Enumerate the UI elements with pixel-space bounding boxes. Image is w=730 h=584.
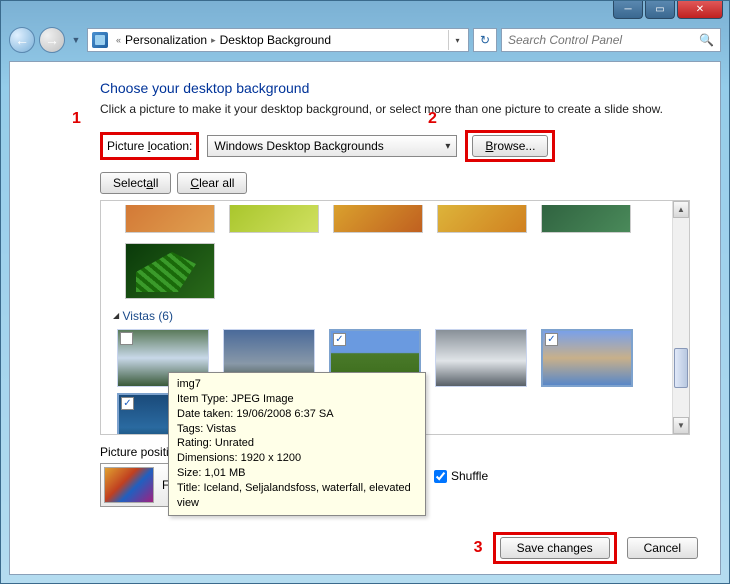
scroll-track[interactable] <box>673 218 689 417</box>
chevron-left-icon: « <box>116 35 121 45</box>
refresh-icon: ↻ <box>480 33 490 47</box>
shuffle-checkbox[interactable] <box>434 470 447 483</box>
annotation-box-3: Save changes <box>493 532 617 564</box>
tooltip-line: Dimensions: 1920 x 1200 <box>177 451 417 466</box>
position-preview-icon <box>104 467 154 503</box>
refresh-button[interactable]: ↻ <box>473 28 497 52</box>
tooltip-line: Rating: Unrated <box>177 436 417 451</box>
wallpaper-thumb[interactable] <box>229 205 319 233</box>
group-header-vistas[interactable]: Vistas (6) <box>113 309 663 323</box>
select-all-button[interactable]: Select all <box>100 172 171 194</box>
close-button[interactable]: ✕ <box>677 1 723 19</box>
history-dropdown[interactable]: ▼ <box>69 30 83 50</box>
shuffle-text: Shuffle <box>451 469 488 483</box>
checkbox[interactable]: ✓ <box>545 333 558 346</box>
tooltip-line: Size: 1,01 MB <box>177 466 417 481</box>
location-row: Picture location: Windows Desktop Backgr… <box>100 130 690 162</box>
forward-button[interactable]: → <box>39 27 65 53</box>
page-title: Choose your desktop background <box>100 80 690 96</box>
annotation-box-1: Picture location: <box>100 132 199 160</box>
selection-row: Select all Clear all <box>100 172 690 194</box>
location-value: Windows Desktop Backgrounds <box>214 139 383 153</box>
search-input[interactable] <box>508 33 699 47</box>
scroll-up-button[interactable]: ▲ <box>673 201 689 218</box>
minimize-button[interactable]: ─ <box>613 1 643 19</box>
annotation-box-2: Browse... <box>465 130 555 162</box>
checkbox[interactable] <box>120 332 133 345</box>
search-icon: 🔍 <box>699 33 714 47</box>
cancel-button[interactable]: Cancel <box>627 537 698 559</box>
location-label: Picture location: <box>107 139 192 153</box>
wallpaper-thumb[interactable] <box>333 205 423 233</box>
annotation-3: 3 <box>474 539 483 557</box>
window-frame: ─ ▭ ✕ ← → ▼ « Personalization ▸ Desktop … <box>0 0 730 584</box>
chevron-right-icon: ▸ <box>211 35 216 46</box>
scroll-down-button[interactable]: ▼ <box>673 417 689 434</box>
wallpaper-thumb[interactable] <box>541 205 631 233</box>
tooltip-line: Title: Iceland, Seljalandsfoss, waterfal… <box>177 481 417 511</box>
page-subtitle: Click a picture to make it your desktop … <box>100 102 690 116</box>
search-box[interactable]: 🔍 <box>501 28 721 52</box>
annotation-2: 2 <box>428 110 437 128</box>
back-button[interactable]: ← <box>9 27 35 53</box>
footer-buttons: 3 Save changes Cancel <box>474 532 698 564</box>
wallpaper-thumb[interactable] <box>125 205 215 233</box>
breadcrumb-level2[interactable]: Desktop Background <box>220 33 331 47</box>
tooltip-line: Tags: Vistas <box>177 422 417 437</box>
breadcrumb-dropdown[interactable]: ▾ <box>448 30 466 50</box>
breadcrumb-bar[interactable]: « Personalization ▸ Desktop Background ▾ <box>87 28 469 52</box>
title-bar: ─ ▭ ✕ <box>1 1 729 23</box>
shuffle-checkbox-label[interactable]: Shuffle <box>434 469 488 483</box>
checkbox[interactable]: ✓ <box>121 397 134 410</box>
arrow-right-icon: → <box>45 32 59 48</box>
checkbox[interactable]: ✓ <box>333 333 346 346</box>
scroll-thumb[interactable] <box>674 348 688 388</box>
wallpaper-thumb-fern[interactable] <box>125 243 215 299</box>
tooltip-line: img7 <box>177 377 417 392</box>
location-dropdown[interactable]: Windows Desktop Backgrounds <box>207 135 457 157</box>
arrow-left-icon: ← <box>15 32 29 48</box>
control-panel-icon <box>92 32 108 48</box>
tooltip: img7 Item Type: JPEG Image Date taken: 1… <box>168 372 426 516</box>
annotation-1: 1 <box>72 110 81 128</box>
wallpaper-thumb[interactable] <box>435 329 527 387</box>
clear-all-button[interactable]: Clear all <box>177 172 247 194</box>
browse-button[interactable]: Browse... <box>472 135 548 157</box>
content-area: 1 2 Choose your desktop background Click… <box>9 61 721 575</box>
scrollbar[interactable]: ▲ ▼ <box>672 201 689 434</box>
maximize-button[interactable]: ▭ <box>645 1 675 19</box>
nav-bar: ← → ▼ « Personalization ▸ Desktop Backgr… <box>9 23 721 57</box>
tooltip-line: Item Type: JPEG Image <box>177 392 417 407</box>
breadcrumb-level1[interactable]: Personalization <box>125 33 207 47</box>
save-changes-button[interactable]: Save changes <box>500 537 610 559</box>
wallpaper-thumb[interactable]: ✓ <box>541 329 633 387</box>
wallpaper-thumb[interactable] <box>437 205 527 233</box>
tooltip-line: Date taken: 19/06/2008 6:37 SA <box>177 407 417 422</box>
